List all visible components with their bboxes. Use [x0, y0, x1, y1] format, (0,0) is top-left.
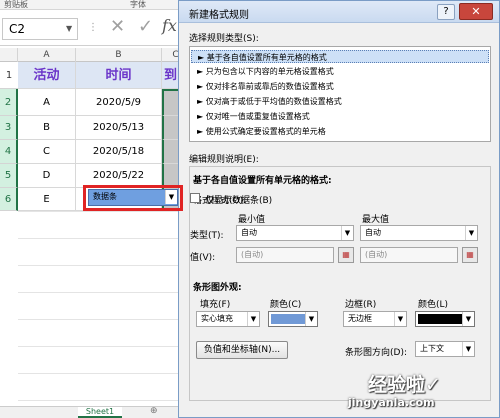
- fill-color-picker[interactable]: ▼: [268, 311, 318, 327]
- ribbon-group-font: 字体: [130, 0, 146, 9]
- header-cell-time[interactable]: 时间: [76, 62, 162, 89]
- fill-color-swatch: [271, 314, 305, 324]
- chevron-down-icon[interactable]: ▼: [305, 312, 317, 326]
- edit-rule-desc-label: 编辑规则说明(E):: [189, 155, 259, 165]
- border-type-value: 无边框: [348, 314, 372, 323]
- row-header-3[interactable]: 3: [0, 116, 18, 140]
- rule-type-item[interactable]: ► 仅对高于或低于平均值的数值设置格式: [191, 95, 489, 108]
- column-header-a[interactable]: A: [18, 48, 76, 62]
- rule-type-item[interactable]: ► 使用公式确定要设置格式的单元格: [191, 125, 489, 138]
- row-header-2[interactable]: 2: [0, 89, 18, 116]
- dialog-title: 新建格式规则: [189, 10, 249, 21]
- table-cell[interactable]: A: [18, 89, 76, 116]
- chevron-down-icon[interactable]: ▼: [465, 226, 477, 240]
- column-header-b[interactable]: B: [76, 48, 162, 62]
- min-label: 最小值: [238, 215, 266, 225]
- select-rule-type-label: 选择规则类型(S):: [189, 34, 259, 44]
- type-label: 类型(T):: [190, 231, 224, 241]
- range-picker-icon[interactable]: ▦: [338, 247, 354, 263]
- bar-direction-value: 上下文: [420, 344, 444, 353]
- watermark-url: jingyanla.com: [348, 396, 435, 409]
- fill-type-value: 实心填充: [201, 314, 233, 323]
- close-button[interactable]: ✕: [459, 3, 493, 20]
- table-cell[interactable]: 2020/5/13: [76, 116, 162, 140]
- border-label: 边框(R): [345, 300, 377, 310]
- min-value-input[interactable]: (自动): [236, 247, 334, 263]
- chevron-down-icon[interactable]: ▼: [394, 312, 406, 326]
- row-header-4[interactable]: 4: [0, 140, 18, 164]
- border-type-select[interactable]: 无边框 ▼: [343, 311, 407, 327]
- bar-direction-select[interactable]: 上下文 ▼: [415, 341, 475, 357]
- format-style-value: 数据条: [93, 192, 117, 201]
- insert-function-icon[interactable]: fx: [162, 16, 177, 35]
- min-type-value: 自动: [241, 228, 257, 237]
- rule-type-item[interactable]: ► 只为包含以下内容的单元格设置格式: [191, 65, 489, 78]
- table-cell[interactable]: E: [18, 188, 76, 211]
- chevron-down-icon[interactable]: ▼: [462, 312, 474, 326]
- more-icon: ⋮: [88, 22, 98, 33]
- value-label: 值(V):: [190, 253, 216, 263]
- rule-type-list[interactable]: ► 基于各自值设置所有单元格的格式 ► 只为包含以下内容的单元格设置格式 ► 仅…: [189, 46, 491, 142]
- select-all-corner[interactable]: [0, 48, 18, 62]
- negative-value-axis-button[interactable]: 负值和坐标轴(N)...: [196, 341, 288, 359]
- min-type-select[interactable]: 自动 ▼: [236, 225, 354, 241]
- rule-type-item[interactable]: ► 仅对唯一值或重复值设置格式: [191, 110, 489, 123]
- max-type-select[interactable]: 自动 ▼: [360, 225, 478, 241]
- help-button[interactable]: ?: [437, 4, 455, 20]
- max-label: 最大值: [362, 215, 390, 225]
- section-title: 基于各自值设置所有单元格的格式:: [193, 176, 332, 186]
- show-bar-only-checkbox[interactable]: [190, 193, 200, 203]
- empty-grid[interactable]: [18, 211, 190, 406]
- border-color-label: 颜色(L): [418, 300, 449, 310]
- row-header-6[interactable]: 6: [0, 188, 18, 211]
- row-header-1[interactable]: 1: [0, 62, 18, 89]
- row-header-5[interactable]: 5: [0, 164, 18, 188]
- bar-appearance-label: 条形图外观:: [193, 283, 242, 293]
- chevron-down-icon[interactable]: ▼: [66, 24, 72, 33]
- show-bar-only-label: 仅显示数据条(B): [205, 196, 273, 206]
- max-value-input[interactable]: (自动): [360, 247, 458, 263]
- fill-color-label: 颜色(C): [270, 300, 302, 310]
- max-type-value: 自动: [365, 228, 381, 237]
- chevron-down-icon[interactable]: ▼: [341, 226, 353, 240]
- rule-type-item[interactable]: ► 仅对排名靠前或靠后的数值设置格式: [191, 80, 489, 93]
- range-picker-icon[interactable]: ▦: [462, 247, 478, 263]
- table-cell[interactable]: 2020/5/9: [76, 89, 162, 116]
- chevron-down-icon[interactable]: ▼: [462, 342, 474, 356]
- sheet-tab-sheet1[interactable]: Sheet1: [78, 407, 122, 418]
- table-cell[interactable]: 2020/5/18: [76, 140, 162, 164]
- border-color-picker[interactable]: ▼: [415, 311, 475, 327]
- chevron-down-icon[interactable]: ▼: [165, 190, 177, 204]
- ribbon-group-clipboard: 剪贴板: [4, 0, 28, 9]
- chevron-down-icon[interactable]: ▼: [247, 312, 259, 326]
- border-color-swatch: [418, 314, 462, 324]
- dialog-titlebar[interactable]: 新建格式规则 ? ✕: [179, 1, 499, 23]
- fill-label: 填充(F): [200, 300, 231, 310]
- cancel-icon[interactable]: ✕: [110, 16, 125, 37]
- table-cell[interactable]: B: [18, 116, 76, 140]
- bar-direction-label: 条形图方向(D):: [345, 348, 407, 358]
- fill-type-select[interactable]: 实心填充 ▼: [196, 311, 260, 327]
- header-cell-activity[interactable]: 活动: [18, 62, 76, 89]
- rule-type-item[interactable]: ► 基于各自值设置所有单元格的格式: [191, 50, 489, 63]
- watermark-logo: 经验啦✓: [368, 374, 441, 396]
- column-headers: A B C: [0, 48, 190, 62]
- format-style-select[interactable]: 数据条 ▼: [88, 189, 178, 206]
- add-sheet-icon[interactable]: ⊕: [150, 406, 158, 416]
- table-cell[interactable]: D: [18, 164, 76, 188]
- enter-icon[interactable]: ✓: [138, 16, 153, 37]
- table-cell[interactable]: C: [18, 140, 76, 164]
